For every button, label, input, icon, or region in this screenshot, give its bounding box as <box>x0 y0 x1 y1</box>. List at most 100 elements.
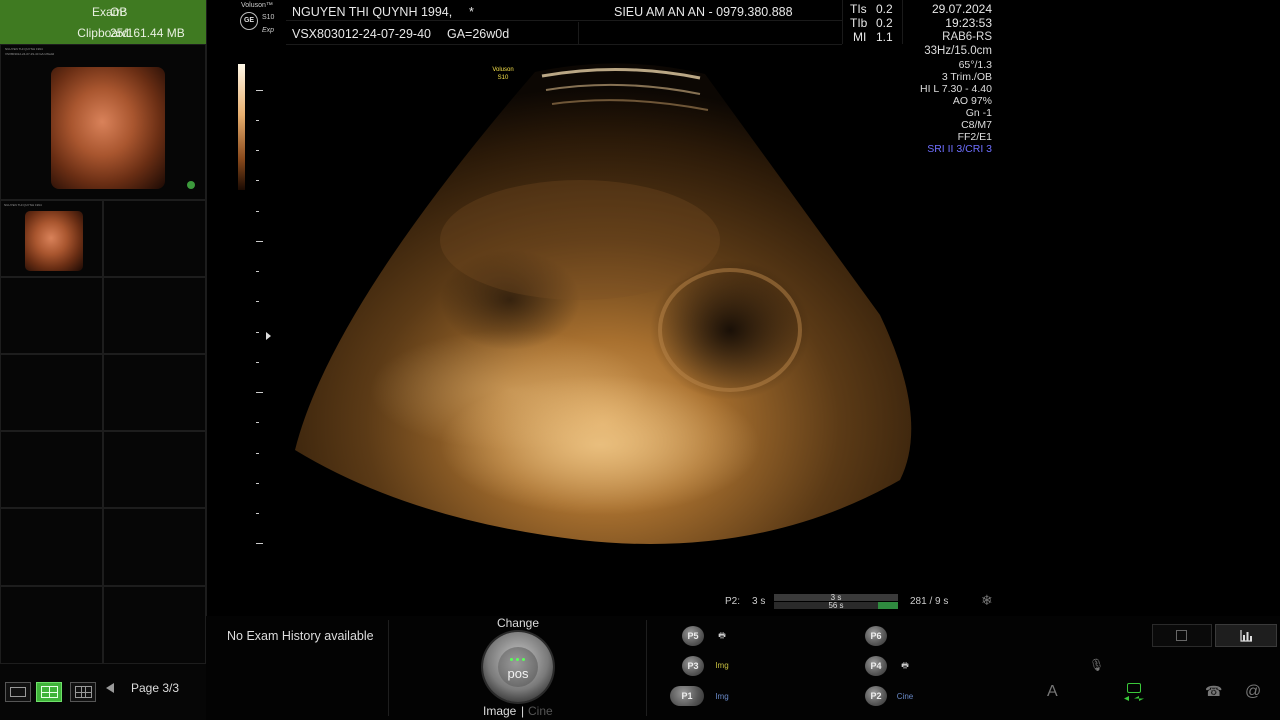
sector-angle: 65°/1.3 <box>958 59 992 71</box>
exam-info-header: Exam: OB Clipboard: 25/161.44 MB <box>0 0 206 44</box>
clipboard-slot-empty <box>0 508 103 586</box>
brand-name: Voluson™ <box>241 2 273 9</box>
frame-filter: FF2/E1 <box>957 131 992 143</box>
trackball-indicator-icon <box>510 658 526 662</box>
depth-scale <box>256 90 266 550</box>
mi-value: 1.1 <box>876 30 893 44</box>
cine-left-time: 3 s <box>752 596 766 607</box>
voluson-brand: Voluson™ GE S10 Exp <box>240 2 280 38</box>
left-panel: Exam: OB Clipboard: 25/161.44 MB NGUYEN … <box>0 0 207 720</box>
acoustic-output: AO 97% <box>952 95 992 107</box>
frame-rate-depth: 33Hz/15.0cm <box>924 45 992 57</box>
thumbnail-image <box>51 67 165 189</box>
exam-id: VSX803012-24-07-29-40 <box>292 27 431 41</box>
gestational-age: GA=26w0d <box>447 27 510 41</box>
exam-time: 19:23:53 <box>945 16 992 30</box>
cine-slider[interactable]: 3 s 56 s <box>774 593 898 610</box>
printer-icon[interactable]: 🖶 <box>712 627 732 645</box>
p2-button[interactable]: P2 <box>865 686 887 706</box>
exam-history-status: No Exam History available <box>227 629 374 643</box>
phone-icon[interactable]: ☎ <box>1205 683 1222 700</box>
freeze-icon[interactable]: ❄ <box>981 592 993 609</box>
clipboard-slot-empty <box>0 277 103 354</box>
bottom-divider <box>388 620 389 716</box>
clipboard-thumbnail[interactable]: NGUYEN THI QUYNH 1994 <box>0 200 103 277</box>
mi-label: MI <box>853 30 867 44</box>
p1-button[interactable]: P1 <box>670 686 704 706</box>
clipboard-slot-empty <box>103 431 206 508</box>
annotation-text-icon[interactable]: A <box>1047 683 1058 701</box>
mode-separator: | <box>521 704 525 718</box>
tib-value: 0.2 <box>876 16 893 30</box>
probe-name: RAB6-RS <box>942 31 992 43</box>
focus-marker-icon[interactable] <box>266 332 271 340</box>
microphone-muted-icon[interactable]: 🎙 <box>1089 658 1104 672</box>
image-watermark: Voluson S10 <box>490 66 516 82</box>
clipboard-slot-empty <box>0 431 103 508</box>
layout-grid-medium-button[interactable] <box>36 682 62 702</box>
color-map-bar <box>238 64 245 190</box>
thumbnail-image <box>25 211 83 271</box>
brand-exp: Exp <box>262 27 275 34</box>
brand-model: S10 <box>262 14 275 21</box>
report-chart-button[interactable] <box>1215 624 1277 647</box>
cine-mode-label[interactable]: Cine <box>528 704 553 718</box>
checkbox-icon <box>1176 630 1187 641</box>
p4-button[interactable]: P4 <box>865 656 887 676</box>
layout-grid-large-button[interactable] <box>70 682 96 702</box>
clipboard-slot-empty <box>103 508 206 586</box>
ge-logo-icon: GE <box>240 12 258 30</box>
network-icon[interactable] <box>1124 683 1144 703</box>
tis-label: TIs <box>850 2 867 16</box>
change-label: Change <box>496 616 540 630</box>
position-trackball-button[interactable]: pos <box>483 632 553 702</box>
save-cine-icon[interactable]: Cine <box>895 688 915 706</box>
email-icon[interactable]: @ <box>1245 683 1261 701</box>
header-divider <box>902 0 903 44</box>
image-store-icon[interactable]: Img <box>712 657 732 675</box>
clipboard-slot-empty <box>103 354 206 431</box>
clipboard-grid: NGUYEN THI QUYNH 1994 VSX803012-24-07-29… <box>0 44 206 664</box>
layout-single-button[interactable] <box>5 682 31 702</box>
thumbnail-text: NGUYEN THI QUYNH 1994 <box>5 47 43 51</box>
p5-button[interactable]: P5 <box>682 626 704 646</box>
p6-button[interactable]: P6 <box>865 626 887 646</box>
clinic-name: SIEU AM AN AN - 0979.380.888 <box>614 5 793 19</box>
status-dot-icon <box>187 181 195 189</box>
tis-value: 0.2 <box>876 2 893 16</box>
tib-label: TIb <box>850 16 868 30</box>
clipboard-value: 25/161.44 MB <box>110 26 185 40</box>
image-mode-label[interactable]: Image <box>483 704 516 718</box>
bar-chart-icon <box>1240 630 1252 642</box>
color-printer-icon[interactable]: 🖶 <box>895 657 915 675</box>
thumbnail-text: NGUYEN THI QUYNH 1994 <box>4 203 42 207</box>
ultrasound-image[interactable] <box>280 60 940 560</box>
clipboard-slot-empty <box>103 200 206 277</box>
watermark-line: S10 <box>497 75 509 81</box>
bottom-divider <box>646 620 647 716</box>
clipboard-page-bar: Page 3/3 <box>0 664 206 720</box>
clipboard-slot-empty <box>0 354 103 431</box>
p3-button[interactable]: P3 <box>682 656 704 676</box>
save-image-icon[interactable]: Img <box>712 688 732 706</box>
exam-value: OB <box>110 5 128 19</box>
patient-name: NGUYEN THI QUYNH 1994, <box>292 5 453 19</box>
header-divider <box>842 0 843 44</box>
gain: Gn -1 <box>965 107 992 119</box>
checklist-button[interactable] <box>1152 624 1212 647</box>
cine-label: P2: <box>725 596 741 607</box>
clipboard-slot-empty <box>0 586 103 664</box>
clipboard-thumbnail-large[interactable]: NGUYEN THI QUYNH 1994 VSX803012-24-07-29… <box>0 44 206 200</box>
exam-date: 29.07.2024 <box>931 2 992 16</box>
header-divider <box>578 22 579 44</box>
pos-label: pos <box>507 666 529 681</box>
cine-frame-count: 281 / 9 s <box>910 596 949 607</box>
clipboard-slot-empty <box>103 277 206 354</box>
clipboard-slot-empty <box>103 586 206 664</box>
page-indicator: Page 3/3 <box>131 681 180 695</box>
thumbnail-text: VSX803012-24-07-29-40 GA=26w0d <box>5 52 55 56</box>
previous-page-icon[interactable] <box>106 683 114 693</box>
watermark-line: Voluson <box>492 67 514 73</box>
color-map: C8/M7 <box>961 119 992 131</box>
patient-marker: * <box>469 5 474 19</box>
